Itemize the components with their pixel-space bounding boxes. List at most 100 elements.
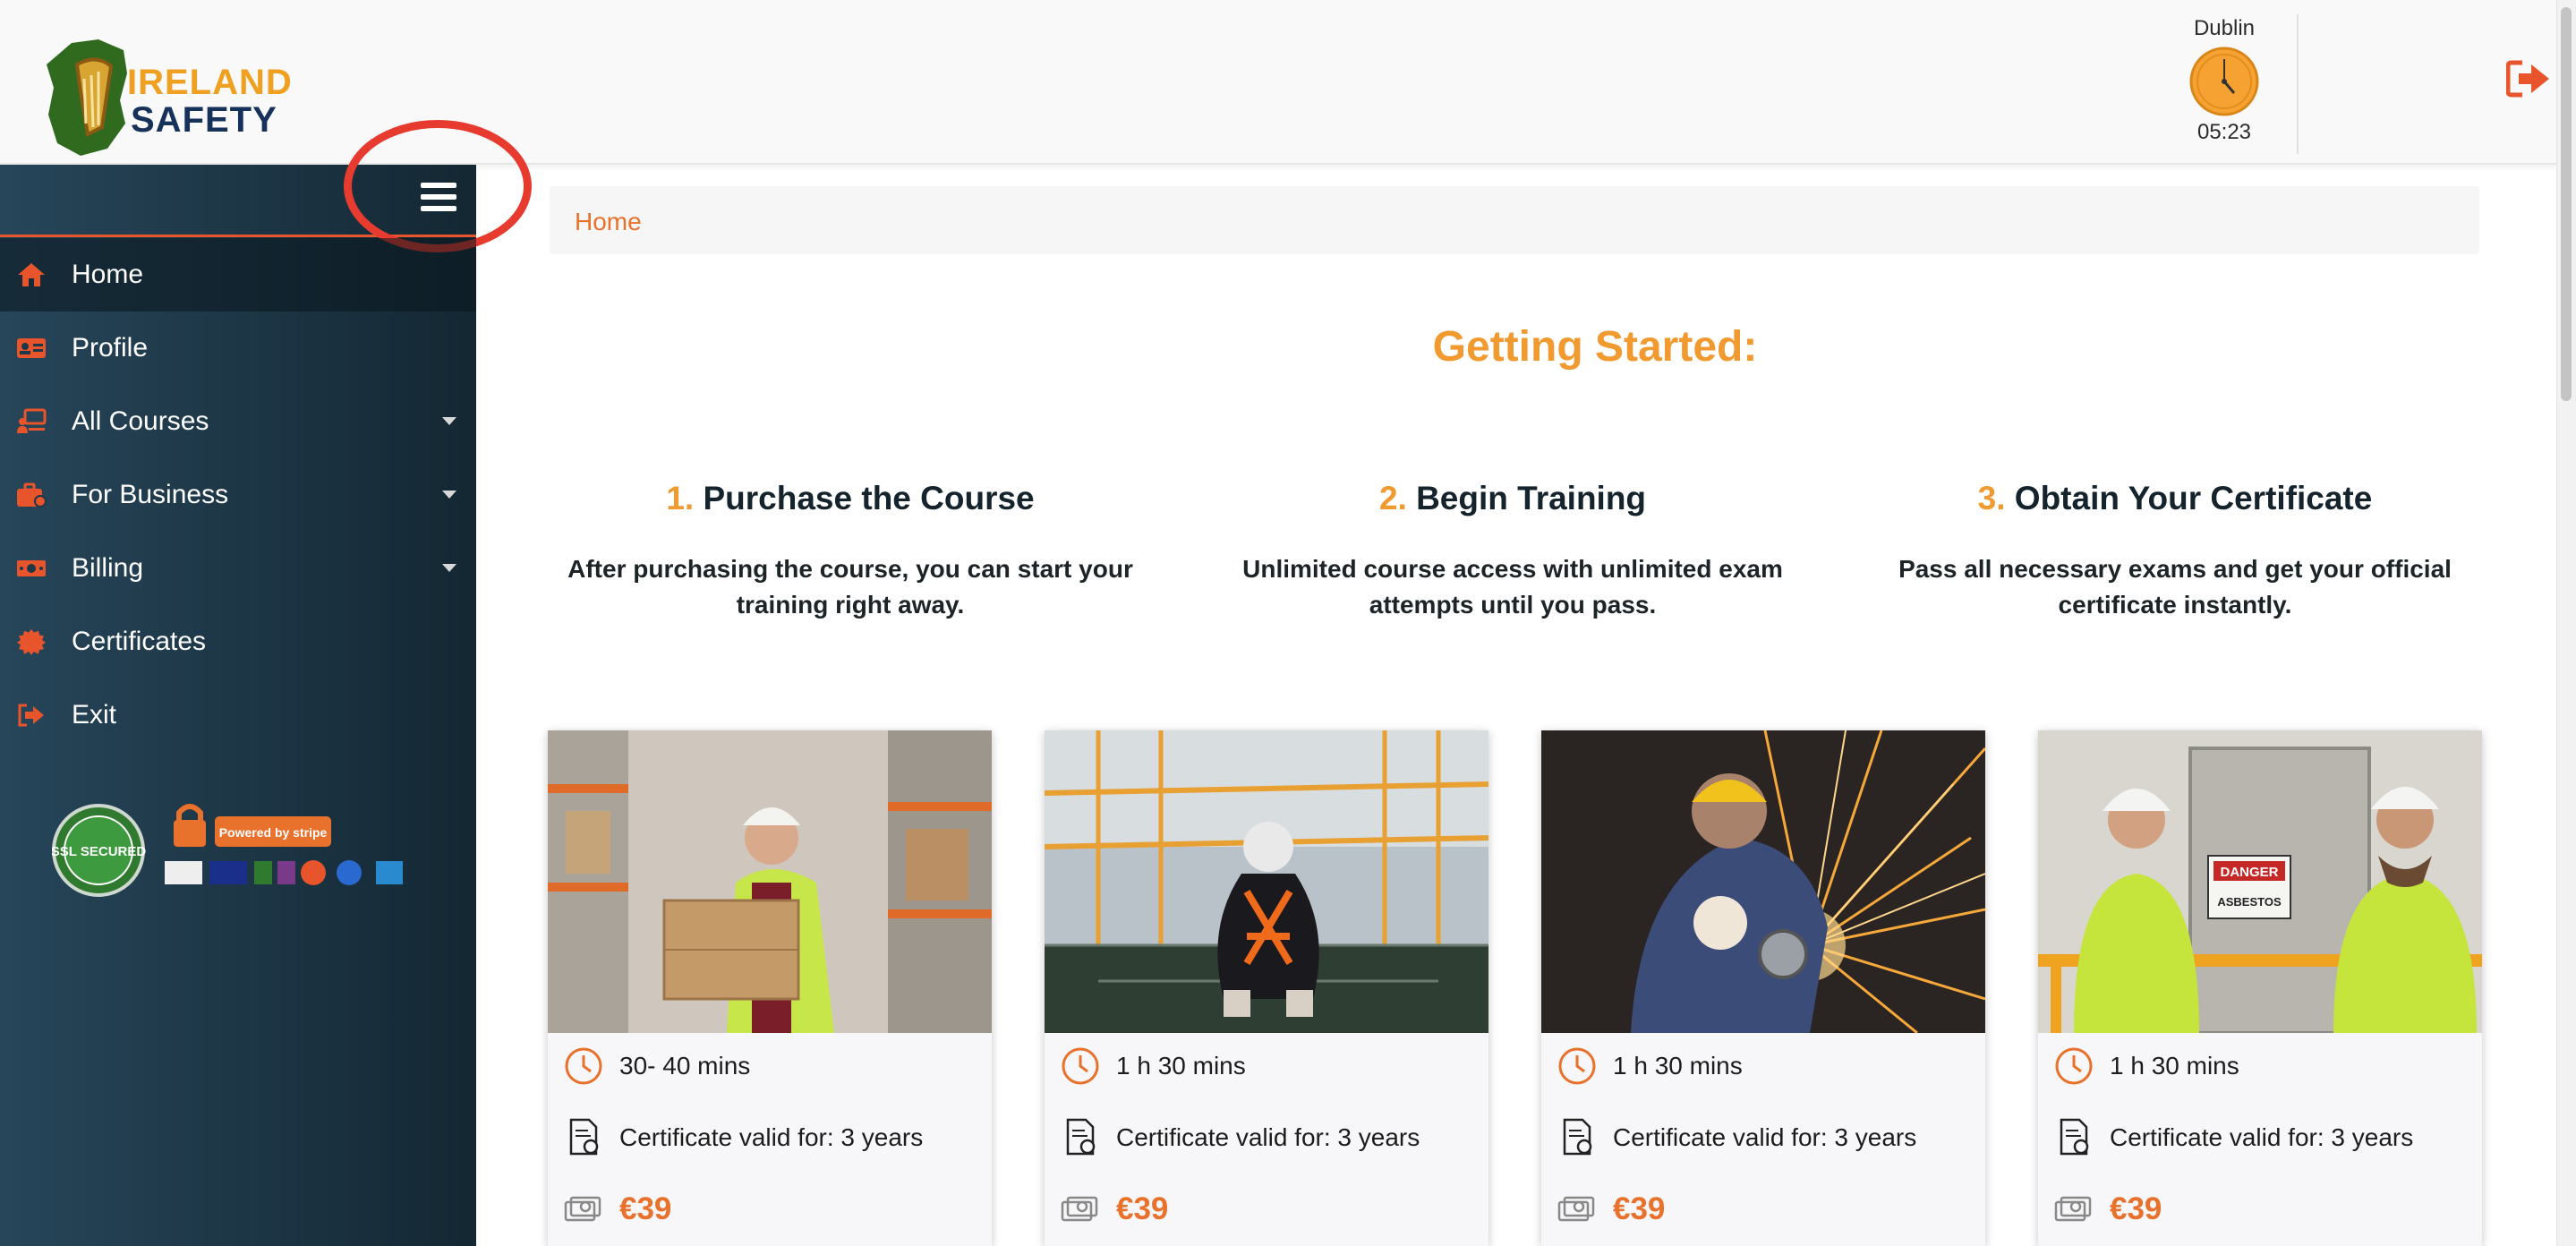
course-image-warehouse <box>548 730 992 1033</box>
ireland-safety-logo[interactable]: IRELAND SAFETY <box>45 38 292 163</box>
clock-icon <box>2055 1047 2093 1085</box>
price-text: €39 <box>1116 1191 1169 1226</box>
chevron-down-icon[interactable] <box>442 417 456 425</box>
course-duration: 30- 40 mins <box>564 1044 750 1088</box>
money-icon <box>1557 1196 1595 1222</box>
money-icon <box>564 1196 601 1222</box>
course-duration: 1 h 30 mins <box>1061 1044 1246 1088</box>
sidebar-item-home[interactable]: Home <box>0 238 476 312</box>
step-purchase: 1. Purchase the Course After purchasing … <box>537 480 1164 623</box>
validity-text: Certificate valid for: 3 years <box>1613 1123 1917 1151</box>
sidebar-item-exit[interactable]: Exit <box>0 678 476 752</box>
course-duration: 1 h 30 mins <box>2054 1044 2239 1088</box>
step-description: Pass all necessary exams and get your of… <box>1898 555 2452 619</box>
sidebar-item-label: Home <box>72 260 144 289</box>
step-obtain-certificate: 3. Obtain Your Certificate Pass all nece… <box>1862 480 2488 623</box>
top-header: IRELAND SAFETY Dublin 05:23 <box>0 0 2556 165</box>
breadcrumb-home-link[interactable]: Home <box>575 208 642 236</box>
step-number: 3. <box>1977 480 2006 516</box>
step-description: After purchasing the course, you can sta… <box>567 555 1133 619</box>
step-title: 1. Purchase the Course <box>537 480 1164 517</box>
course-card[interactable]: 30- 40 mins Certificate valid for: 3 yea… <box>548 730 992 1246</box>
laptop-user-icon <box>17 408 47 433</box>
step-title-text: Obtain Your Certificate <box>2014 480 2373 516</box>
sidebar-item-label: Exit <box>72 700 117 730</box>
step-title-text: Purchase the Course <box>703 480 1035 516</box>
card-logos-row <box>165 860 403 885</box>
certificate-document-icon <box>2060 1118 2089 1156</box>
course-duration: 1 h 30 mins <box>1557 1044 1743 1088</box>
step-description: Unlimited course access with unlimited e… <box>1242 555 1783 619</box>
money-icon <box>1061 1196 1098 1222</box>
svg-text:DANGER: DANGER <box>2220 865 2278 880</box>
ssl-secured-badge: SSL SECURED <box>52 804 146 897</box>
logo-word-safety: SAFETY <box>131 100 277 140</box>
course-price: €39 <box>564 1187 671 1232</box>
payment-security-badges: SSL SECURED Powered by stripe <box>52 804 403 897</box>
stripe-badge: Powered by stripe <box>215 816 331 847</box>
step-title-text: Begin Training <box>1416 480 1647 516</box>
course-card[interactable]: 1 h 30 mins Certificate valid for: 3 yea… <box>1045 730 1488 1246</box>
course-card[interactable]: 1 h 30 mins Certificate valid for: 3 yea… <box>1541 730 1985 1246</box>
certificate-document-icon <box>1066 1118 1096 1156</box>
svg-text:ASBESTOS: ASBESTOS <box>2217 895 2282 909</box>
page-scrollbar[interactable] <box>2556 0 2576 1246</box>
course-image-asbestos: DANGER ASBESTOS <box>2038 730 2482 1033</box>
getting-started-title: Getting Started: <box>1432 323 1758 371</box>
lock-icon <box>174 804 206 847</box>
duration-text: 1 h 30 mins <box>1116 1052 1246 1080</box>
course-validity: Certificate valid for: 3 years <box>1061 1115 1420 1160</box>
duration-text: 1 h 30 mins <box>2110 1052 2239 1080</box>
step-number: 2. <box>1378 480 1407 516</box>
course-price: €39 <box>2054 1187 2162 1232</box>
course-image-welding <box>1541 730 1985 1033</box>
logo-word-ireland: IRELAND <box>127 63 293 102</box>
validity-text: Certificate valid for: 3 years <box>1116 1123 1420 1151</box>
clock-icon <box>2189 47 2259 116</box>
logout-icon[interactable] <box>2506 59 2551 98</box>
chevron-down-icon[interactable] <box>442 564 456 572</box>
money-bill-icon <box>17 560 46 576</box>
price-text: €39 <box>2110 1191 2162 1226</box>
clock-icon <box>1062 1047 1099 1085</box>
validity-text: Certificate valid for: 3 years <box>619 1123 924 1151</box>
clock-icon <box>565 1047 602 1085</box>
sidebar-item-label: Certificates <box>72 627 207 656</box>
step-number: 1. <box>666 480 695 516</box>
sidebar-item-all-courses[interactable]: All Courses <box>0 385 476 458</box>
harp-map-icon <box>47 39 127 156</box>
svg-text:SSL SECURED: SSL SECURED <box>52 844 146 859</box>
home-icon <box>18 263 45 286</box>
certificate-icon <box>17 628 46 655</box>
sidebar-item-label: For Business <box>72 480 229 509</box>
certificate-document-icon <box>1563 1118 1592 1156</box>
validity-text: Certificate valid for: 3 years <box>2110 1123 2414 1151</box>
svg-text:Powered by stripe: Powered by stripe <box>219 825 328 840</box>
dublin-clock: Dublin 05:23 <box>2166 16 2282 150</box>
price-text: €39 <box>1613 1191 1666 1226</box>
sidebar-item-label: All Courses <box>72 406 209 436</box>
scrollbar-thumb[interactable] <box>2561 7 2572 401</box>
menu-toggle-icon[interactable] <box>421 183 456 217</box>
sidebar-item-for-business[interactable]: For Business <box>0 458 476 532</box>
duration-text: 30- 40 mins <box>619 1052 751 1080</box>
duration-text: 1 h 30 mins <box>1613 1052 1743 1080</box>
course-card[interactable]: DANGER ASBESTOS 1 h 30 mins Certificate … <box>2038 730 2482 1246</box>
sidebar-nav: Home Profile All Courses For Business Bi… <box>0 238 476 752</box>
clock-icon <box>1558 1047 1596 1085</box>
course-image-harness <box>1045 730 1488 1033</box>
breadcrumb: Home <box>550 186 2479 254</box>
briefcase-icon <box>17 482 47 508</box>
sidebar-item-billing[interactable]: Billing <box>0 532 476 605</box>
certificate-document-icon <box>569 1118 599 1156</box>
course-validity: Certificate valid for: 3 years <box>1557 1115 1916 1160</box>
course-validity: Certificate valid for: 3 years <box>564 1115 923 1160</box>
price-text: €39 <box>619 1191 672 1226</box>
sidebar-item-certificates[interactable]: Certificates <box>0 605 476 678</box>
chevron-down-icon[interactable] <box>442 491 456 499</box>
clock-city: Dublin <box>2193 16 2256 40</box>
sidebar-item-label: Billing <box>72 553 144 583</box>
step-begin-training: 2. Begin Training Unlimited course acces… <box>1199 480 1826 623</box>
course-price: €39 <box>1061 1187 1168 1232</box>
step-title: 2. Begin Training <box>1199 480 1826 517</box>
